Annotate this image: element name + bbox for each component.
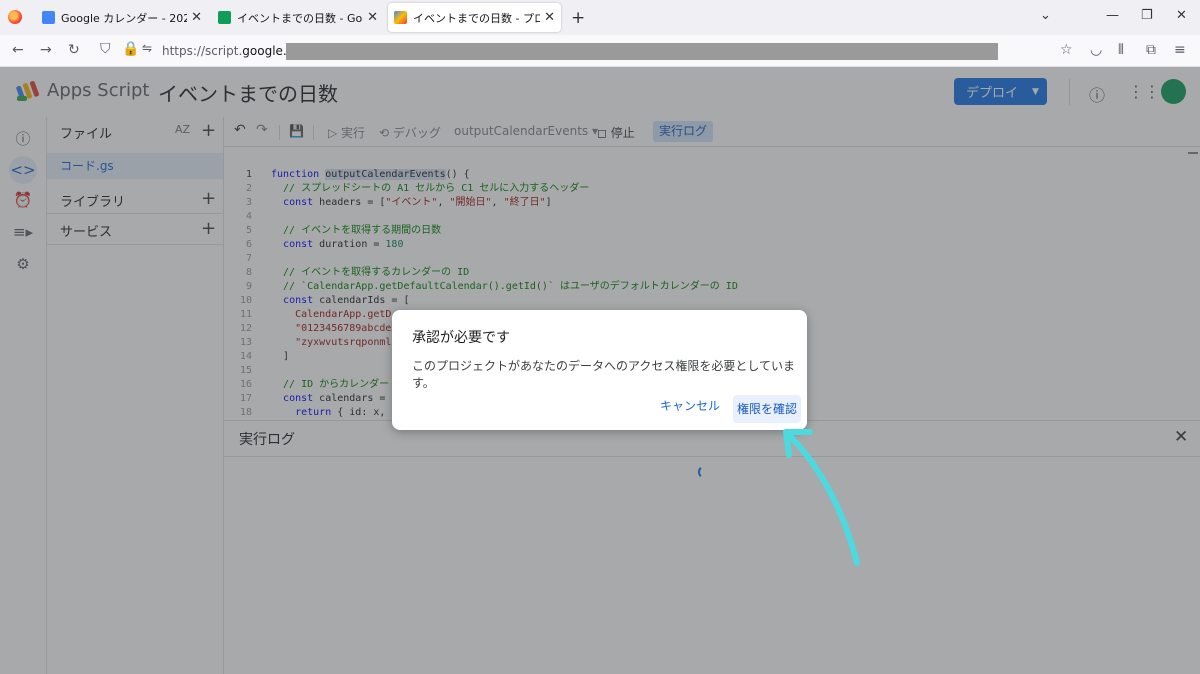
sheets-icon — [218, 11, 231, 24]
browser-tab-bar: Google カレンダー - 2023年 6月 2 ✕ イベントまでの日数 - … — [0, 0, 1200, 35]
tab-spreadsheet[interactable]: イベントまでの日数 - Google スプレ ✕ — [212, 3, 384, 32]
dialog-title: 承認が必要です — [412, 330, 510, 346]
redacted-url-block — [286, 43, 998, 60]
new-tab-icon[interactable]: + — [571, 8, 585, 28]
tab-google-calendar[interactable]: Google カレンダー - 2023年 6月 2 ✕ — [36, 3, 208, 32]
lock-icon[interactable]: 🔒 — [122, 41, 139, 57]
tab-list-chevron-icon[interactable]: ⌄ — [1040, 8, 1051, 23]
review-permissions-button[interactable]: 権限を確認 — [733, 395, 801, 423]
back-icon[interactable]: ← — [12, 42, 24, 58]
apps-script-icon — [394, 11, 407, 24]
window-close-icon[interactable]: ✕ — [1176, 8, 1187, 23]
library-icon[interactable]: ⫴ — [1118, 42, 1124, 58]
authorization-dialog: 承認が必要です このプロジェクトがあなたのデータへのアクセス権限を必要としていま… — [392, 310, 807, 430]
close-icon[interactable]: ✕ — [367, 10, 378, 25]
shield-icon[interactable]: ⛉ — [100, 41, 111, 57]
reload-icon[interactable]: ↻ — [68, 42, 80, 58]
url-bar[interactable]: ⛉ 🔒 ⇋ https://script.google.com/ — [96, 39, 998, 63]
tab-apps-script[interactable]: イベントまでの日数 - プロジェクト編 ✕ — [388, 3, 561, 32]
close-icon[interactable]: ✕ — [544, 10, 555, 25]
minimize-icon[interactable]: — — [1106, 8, 1119, 23]
firefox-icon[interactable] — [8, 10, 22, 24]
cancel-button[interactable]: キャンセル — [660, 397, 720, 414]
pocket-icon[interactable]: ◡ — [1090, 42, 1102, 58]
tab-title: Google カレンダー - 2023年 6月 2 — [61, 11, 188, 25]
bookmark-star-icon[interactable]: ☆ — [1060, 42, 1073, 58]
dialog-message: このプロジェクトがあなたのデータへのアクセス権限を必要としています。 — [412, 359, 796, 390]
close-icon[interactable]: ✕ — [191, 10, 202, 25]
menu-icon[interactable]: ≡ — [1174, 42, 1186, 58]
tab-title: イベントまでの日数 - Google スプレ — [237, 11, 363, 25]
permissions-icon[interactable]: ⇋ — [142, 41, 152, 55]
forward-icon[interactable]: → — [40, 42, 52, 58]
tab-title: イベントまでの日数 - プロジェクト編 — [413, 11, 541, 25]
browser-nav-bar: ← → ↻ ⛉ 🔒 ⇋ https://script.google.com/ ☆… — [0, 35, 1200, 67]
extensions-icon[interactable]: ⧉ — [1146, 42, 1156, 58]
calendar-icon — [42, 11, 55, 24]
restore-icon[interactable]: ❐ — [1141, 8, 1153, 23]
url-prefix: https://script. — [162, 44, 243, 58]
